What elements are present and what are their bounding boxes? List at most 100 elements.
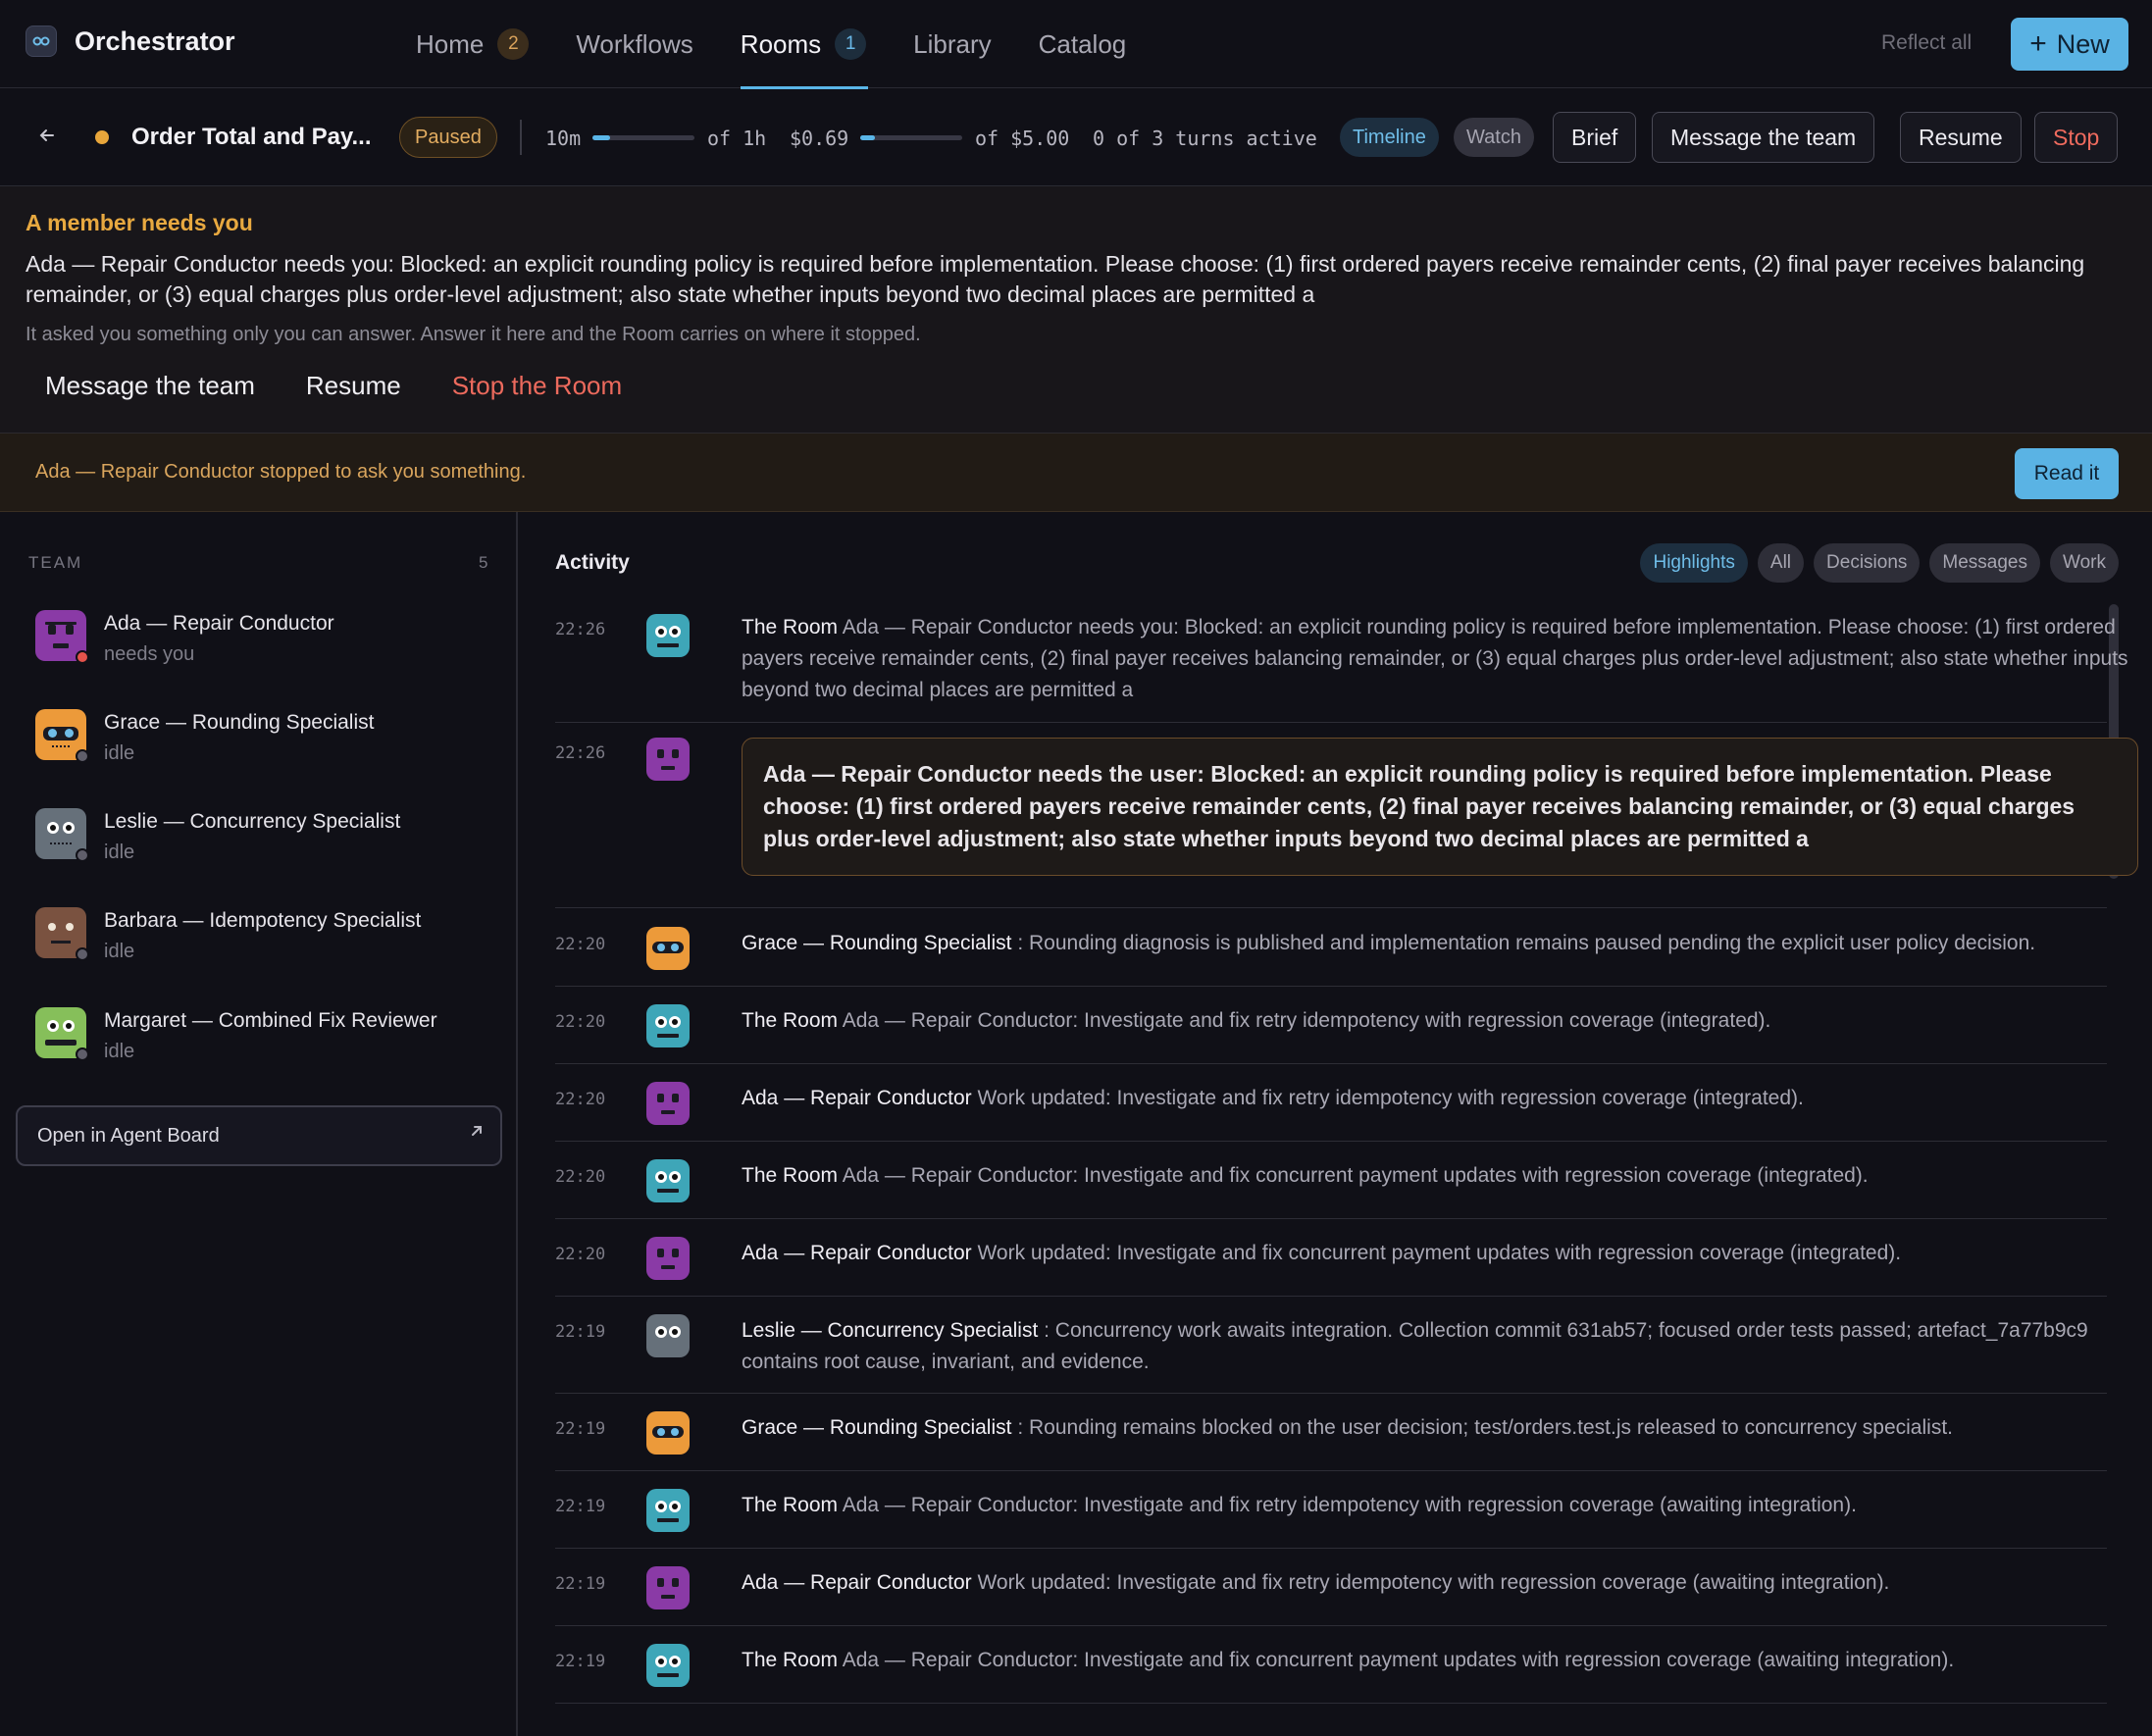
row-text: Ada — Repair Conductor Work updated: Inv… <box>742 1567 2134 1599</box>
cost-progress-fill <box>860 135 875 140</box>
row-time: 22:19 <box>555 1652 606 1671</box>
time-used: 10m <box>545 127 582 150</box>
row-time: 22:19 <box>555 1322 606 1342</box>
filter-messages[interactable]: Messages <box>1929 543 2041 583</box>
tab-workflows-label: Workflows <box>576 28 693 59</box>
row-message: Ada — Repair Conductor needs you: Blocke… <box>742 616 2128 701</box>
filter-work[interactable]: Work <box>2050 543 2119 583</box>
row-time: 22:26 <box>555 743 606 763</box>
row-author: The Room <box>742 1009 839 1032</box>
row-time: 22:20 <box>555 1245 606 1264</box>
team-member-ada[interactable]: Ada — Repair Conductor needs you <box>35 610 496 679</box>
activity-row: 22:19 Ada — Repair Conductor Work update… <box>555 1549 2107 1626</box>
agent-board-label: Open in Agent Board <box>37 1125 220 1147</box>
orchestrator-logo-icon <box>26 26 57 57</box>
member-status: idle <box>104 742 135 764</box>
room-title: Order Total and Pay... <box>131 124 372 150</box>
resume-button[interactable]: Resume <box>1900 112 2022 163</box>
row-text: Grace — Rounding Specialist : Rounding d… <box>742 928 2134 959</box>
filter-highlights[interactable]: Highlights <box>1640 543 1748 583</box>
row-author: Ada — Repair Conductor <box>742 1242 972 1264</box>
room-avatar-icon <box>646 1004 690 1047</box>
cost-limit: of $5.00 <box>975 127 1070 150</box>
plus-icon: + <box>2029 27 2047 60</box>
stop-room-button[interactable]: Stop the Room <box>452 371 622 401</box>
room-toolbar: Order Total and Pay... Paused 10m of 1h … <box>0 88 2152 186</box>
row-author: Grace — Rounding Specialist <box>742 1416 1012 1439</box>
row-time: 22:19 <box>555 1574 606 1594</box>
tab-library[interactable]: Library <box>890 0 1014 88</box>
idle-status-dot <box>76 1047 89 1061</box>
ada-avatar-icon <box>646 1082 690 1125</box>
timeline-toggle[interactable]: Timeline <box>1340 118 1439 157</box>
member-name: Margaret — Combined Fix Reviewer <box>104 1009 437 1032</box>
row-text: The Room Ada — Repair Conductor: Investi… <box>742 1490 2134 1521</box>
row-message: Ada — Repair Conductor: Investigate and … <box>842 1009 1771 1032</box>
brand[interactable]: Orchestrator <box>26 26 235 57</box>
main-tabs: Home 2 Workflows Rooms 1 Library Catalog <box>392 0 1151 89</box>
needs-user-callout: Ada — Repair Conductor needs the user: B… <box>742 738 2138 876</box>
read-it-button[interactable]: Read it <box>2015 448 2119 499</box>
new-button-label: New <box>2056 28 2110 59</box>
row-author: The Room <box>742 616 839 638</box>
stopped-notice: Ada — Repair Conductor stopped to ask yo… <box>0 434 2152 512</box>
tab-rooms[interactable]: Rooms 1 <box>717 0 890 89</box>
watch-toggle[interactable]: Watch <box>1454 118 1534 157</box>
stop-button[interactable]: Stop <box>2034 112 2119 163</box>
message-team-button[interactable]: Message the team <box>1652 112 1875 163</box>
alert-resume-button[interactable]: Resume <box>306 371 401 401</box>
team-member-barbara[interactable]: Barbara — Idempotency Specialist idle <box>35 907 496 976</box>
new-button[interactable]: + New <box>2011 18 2128 71</box>
ada-avatar-icon <box>646 1237 690 1280</box>
team-member-leslie[interactable]: Leslie — Concurrency Specialist idle <box>35 808 496 877</box>
team-sidebar: TEAM 5 Ada — Repair Conductor needs you … <box>0 512 518 1736</box>
alert-subtext: It asked you something only you can answ… <box>26 324 921 345</box>
activity-row: 22:19 Grace — Rounding Specialist : Roun… <box>555 1394 2107 1471</box>
needs-you-status-dot <box>76 650 89 664</box>
row-time: 22:19 <box>555 1497 606 1516</box>
tab-workflows[interactable]: Workflows <box>552 0 716 88</box>
tab-home[interactable]: Home 2 <box>392 0 552 88</box>
external-link-icon <box>469 1123 485 1144</box>
tab-catalog[interactable]: Catalog <box>1015 0 1151 88</box>
alert-actions: Message the team Resume Stop the Room <box>45 371 673 401</box>
team-member-margaret[interactable]: Margaret — Combined Fix Reviewer idle <box>35 1007 496 1076</box>
open-agent-board-button[interactable]: Open in Agent Board <box>16 1105 502 1166</box>
row-message: Work updated: Investigate and fix retry … <box>977 1087 1804 1109</box>
turns-active: 0 of 3 turns active <box>1093 127 1317 150</box>
home-count-badge: 2 <box>497 28 530 60</box>
row-message: : Rounding remains blocked on the user d… <box>1017 1416 1953 1439</box>
row-text: The Room Ada — Repair Conductor: Investi… <box>742 1005 2134 1037</box>
brand-name: Orchestrator <box>75 26 235 56</box>
team-member-grace[interactable]: Grace — Rounding Specialist idle <box>35 709 496 778</box>
reflect-all-link[interactable]: Reflect all <box>1881 31 1972 55</box>
row-text: The Room Ada — Repair Conductor: Investi… <box>742 1645 2134 1676</box>
back-arrow-icon[interactable] <box>37 122 57 152</box>
row-message: Work updated: Investigate and fix retry … <box>977 1571 1890 1594</box>
row-message: : Rounding diagnosis is published and im… <box>1017 932 2036 954</box>
row-message: Ada — Repair Conductor: Investigate and … <box>842 1494 1857 1516</box>
activity-row-highlight: 22:26 Ada — Repair Conductor needs the u… <box>555 724 2138 908</box>
activity-row: 22:19 Leslie — Concurrency Specialist : … <box>555 1297 2107 1394</box>
row-time: 22:19 <box>555 1419 606 1439</box>
row-time: 22:20 <box>555 1090 606 1109</box>
row-author: Ada — Repair Conductor <box>742 1087 972 1109</box>
room-avatar-icon <box>646 1489 690 1532</box>
alert-message-team-button[interactable]: Message the team <box>45 371 255 401</box>
member-status: idle <box>104 941 135 962</box>
row-time: 22:20 <box>555 1012 606 1032</box>
time-progress-bar <box>592 135 694 140</box>
tab-library-label: Library <box>913 28 992 59</box>
team-heading: TEAM <box>28 553 83 572</box>
brief-button[interactable]: Brief <box>1553 112 1637 163</box>
activity-row: 22:20 The Room Ada — Repair Conductor: I… <box>555 987 2107 1064</box>
idle-status-dot <box>76 848 89 862</box>
alert-heading: A member needs you <box>26 210 253 235</box>
filter-decisions[interactable]: Decisions <box>1814 543 1921 583</box>
filter-all[interactable]: All <box>1757 543 1805 583</box>
member-status: idle <box>104 1041 135 1062</box>
row-text: The Room Ada — Repair Conductor: Investi… <box>742 1160 2134 1192</box>
idle-status-dot <box>76 749 89 763</box>
tab-rooms-label: Rooms <box>740 28 822 59</box>
ada-avatar-icon <box>646 1566 690 1609</box>
